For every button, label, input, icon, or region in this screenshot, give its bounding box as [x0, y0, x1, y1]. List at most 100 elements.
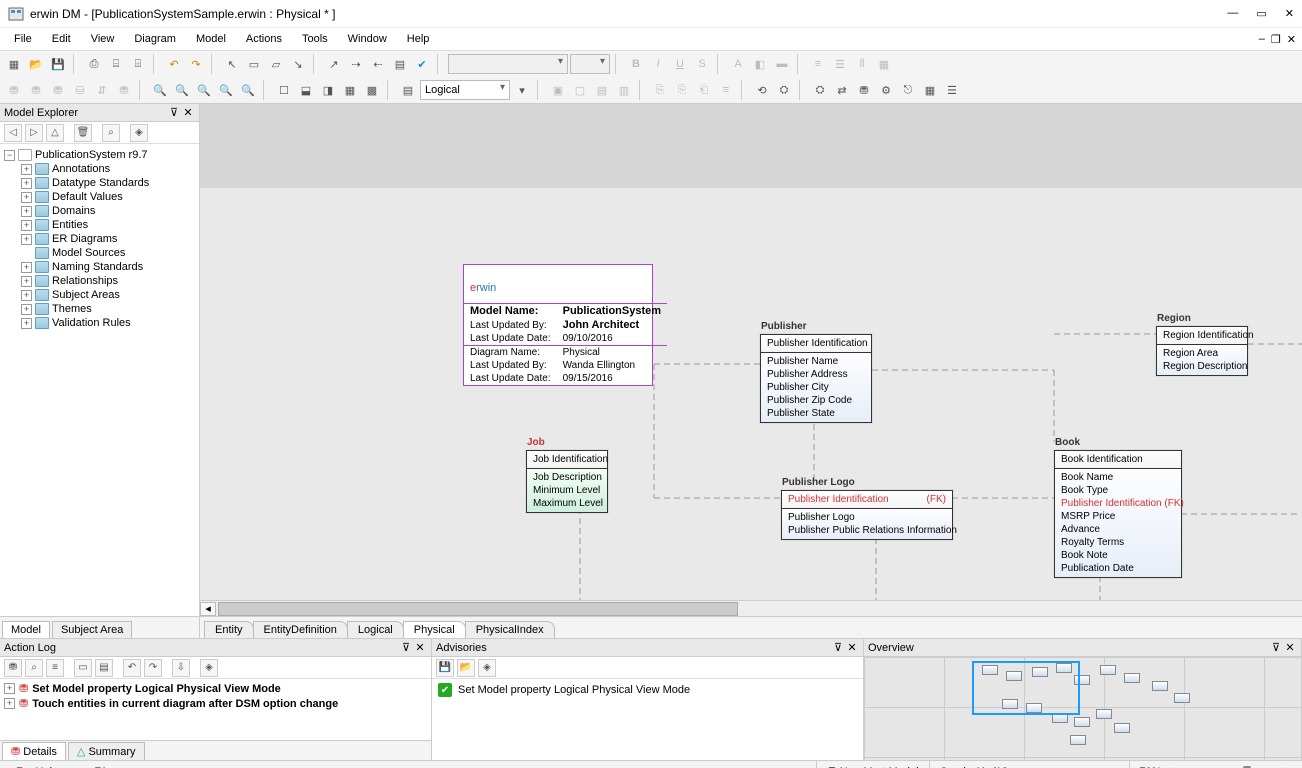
- explorer-tab-model[interactable]: Model: [2, 621, 50, 638]
- strike-button[interactable]: S: [692, 54, 712, 74]
- nav-up-button[interactable]: △: [46, 124, 64, 142]
- tool-button[interactable]: ⛃: [854, 80, 874, 100]
- log-tool-button[interactable]: ⇩: [172, 659, 190, 677]
- entity-publisher-logo[interactable]: Publisher Logo Publisher Identification …: [781, 490, 953, 540]
- tab-physical[interactable]: Physical: [403, 621, 466, 638]
- menu-diagram[interactable]: Diagram: [126, 31, 184, 47]
- line-color-button[interactable]: ▬: [772, 54, 792, 74]
- close-panel-icon[interactable]: ✕: [1283, 641, 1297, 654]
- rel-tool-2[interactable]: ↗: [324, 54, 344, 74]
- horizontal-scrollbar[interactable]: ◂: [200, 600, 1302, 616]
- tree-item[interactable]: +Datatype Standards: [2, 176, 197, 190]
- rel-tool[interactable]: ↘: [288, 54, 308, 74]
- tab-logical[interactable]: Logical: [347, 621, 404, 638]
- tool-button[interactable]: ⌸: [106, 54, 126, 74]
- minimize-button[interactable]: —: [1227, 7, 1238, 20]
- note-tool[interactable]: ▤: [390, 54, 410, 74]
- tile-h-button[interactable]: ⬓: [296, 80, 316, 100]
- pin-icon[interactable]: ⊽: [399, 641, 413, 654]
- action-log-row[interactable]: +⛃ Touch entities in current diagram aft…: [2, 696, 429, 711]
- log-tool-button[interactable]: ↶: [123, 659, 141, 677]
- align-button[interactable]: ▦: [874, 54, 894, 74]
- advisory-row[interactable]: ✔ Set Model property Logical Physical Vi…: [434, 681, 861, 699]
- tree-item[interactable]: +Themes: [2, 302, 197, 316]
- entity-tool[interactable]: ▭: [244, 54, 264, 74]
- undo-button[interactable]: ↶: [164, 54, 184, 74]
- mart-button[interactable]: ⛃: [4, 80, 24, 100]
- open-button[interactable]: 📂: [26, 54, 46, 74]
- diagram-canvas[interactable]: erwin Model Name:PublicationSystem Last …: [200, 104, 1302, 600]
- new-button[interactable]: ▦: [4, 54, 24, 74]
- tool-button[interactable]: ⎋: [898, 80, 918, 100]
- italic-button[interactable]: I: [648, 54, 668, 74]
- find-button[interactable]: ⌕: [102, 124, 120, 142]
- mart-button[interactable]: ⛃: [48, 80, 68, 100]
- tree-item[interactable]: +Naming Standards: [2, 260, 197, 274]
- check-tool[interactable]: ✔: [412, 54, 432, 74]
- layout-button[interactable]: ▦: [340, 80, 360, 100]
- maximize-button[interactable]: ▭: [1256, 7, 1266, 20]
- entity-book[interactable]: Book Book Identification Book Name Book …: [1054, 450, 1182, 578]
- tool-button[interactable]: ⎘: [650, 80, 670, 100]
- model-explorer-tree[interactable]: − PublicationSystem r9.7 +Annotations +D…: [0, 144, 199, 616]
- mdi-minimize-button[interactable]: –: [1259, 33, 1265, 46]
- adv-open-button[interactable]: 📂: [457, 659, 475, 677]
- log-tool-button[interactable]: ↷: [144, 659, 162, 677]
- mart-button[interactable]: ⛃: [26, 80, 46, 100]
- tree-item[interactable]: +Domains: [2, 204, 197, 218]
- menu-actions[interactable]: Actions: [238, 31, 290, 47]
- print-button[interactable]: ⎙: [84, 54, 104, 74]
- tree-item[interactable]: +ER Diagrams: [2, 232, 197, 246]
- tool-button[interactable]: ▣: [548, 80, 568, 100]
- pin-icon[interactable]: ⊽: [831, 641, 845, 654]
- menu-help[interactable]: Help: [399, 31, 438, 47]
- zoom-in-button[interactable]: 🔍: [172, 80, 192, 100]
- align-button[interactable]: ≡: [808, 54, 828, 74]
- log-find-button[interactable]: ⌕: [25, 659, 43, 677]
- tab-entity[interactable]: Entity: [204, 621, 254, 638]
- display-level-button[interactable]: ▤: [398, 80, 418, 100]
- tool-button[interactable]: ⎘: [672, 80, 692, 100]
- close-panel-icon[interactable]: ✕: [413, 641, 427, 654]
- model-info-box[interactable]: erwin Model Name:PublicationSystem Last …: [463, 264, 653, 386]
- rel-tool-4[interactable]: ⇠: [368, 54, 388, 74]
- menu-file[interactable]: File: [6, 31, 40, 47]
- display-level-combo[interactable]: Logical: [420, 80, 510, 100]
- tool-button[interactable]: ⚙: [876, 80, 896, 100]
- tree-item[interactable]: +Subject Areas: [2, 288, 197, 302]
- close-button[interactable]: ✕: [1285, 7, 1294, 20]
- align-button[interactable]: ⫴: [852, 54, 872, 74]
- tree-item[interactable]: +Entities: [2, 218, 197, 232]
- font-color-button[interactable]: A: [728, 54, 748, 74]
- fill-color-button[interactable]: ◧: [750, 54, 770, 74]
- tool-button[interactable]: ⇄: [832, 80, 852, 100]
- adv-save-button[interactable]: 💾: [436, 659, 454, 677]
- zoom-out-button[interactable]: 🔍: [194, 80, 214, 100]
- tag-button[interactable]: ◈: [130, 124, 148, 142]
- underline-button[interactable]: U: [670, 54, 690, 74]
- viewport-indicator[interactable]: [972, 661, 1080, 715]
- entity-region[interactable]: Region Region Identification Region Area…: [1156, 326, 1248, 376]
- pin-icon[interactable]: ⊽: [167, 106, 181, 119]
- tab-entity-definition[interactable]: EntityDefinition: [253, 621, 348, 638]
- overview-map[interactable]: [864, 657, 1301, 760]
- menu-model[interactable]: Model: [188, 31, 234, 47]
- pin-icon[interactable]: ⊽: [1269, 641, 1283, 654]
- tool-button[interactable]: ⛭: [774, 80, 794, 100]
- tool-button[interactable]: ▢: [570, 80, 590, 100]
- mdi-restore-button[interactable]: ❐: [1271, 33, 1281, 46]
- menu-tools[interactable]: Tools: [294, 31, 336, 47]
- tree-item[interactable]: Model Sources: [2, 246, 197, 260]
- zoom-100-button[interactable]: 🔍: [238, 80, 258, 100]
- dropdown-icon[interactable]: ▾: [512, 80, 532, 100]
- close-panel-icon[interactable]: ✕: [845, 641, 859, 654]
- font-combo[interactable]: [448, 54, 568, 74]
- explorer-tab-subject-area[interactable]: Subject Area: [52, 621, 132, 638]
- scroll-thumb[interactable]: [218, 602, 738, 616]
- mart-button[interactable]: ⇵: [92, 80, 112, 100]
- tool-button[interactable]: ⟲: [752, 80, 772, 100]
- log-tool-button[interactable]: ▭: [74, 659, 92, 677]
- menu-view[interactable]: View: [83, 31, 123, 47]
- tool-button[interactable]: ▤: [592, 80, 612, 100]
- cascade-button[interactable]: ☐: [274, 80, 294, 100]
